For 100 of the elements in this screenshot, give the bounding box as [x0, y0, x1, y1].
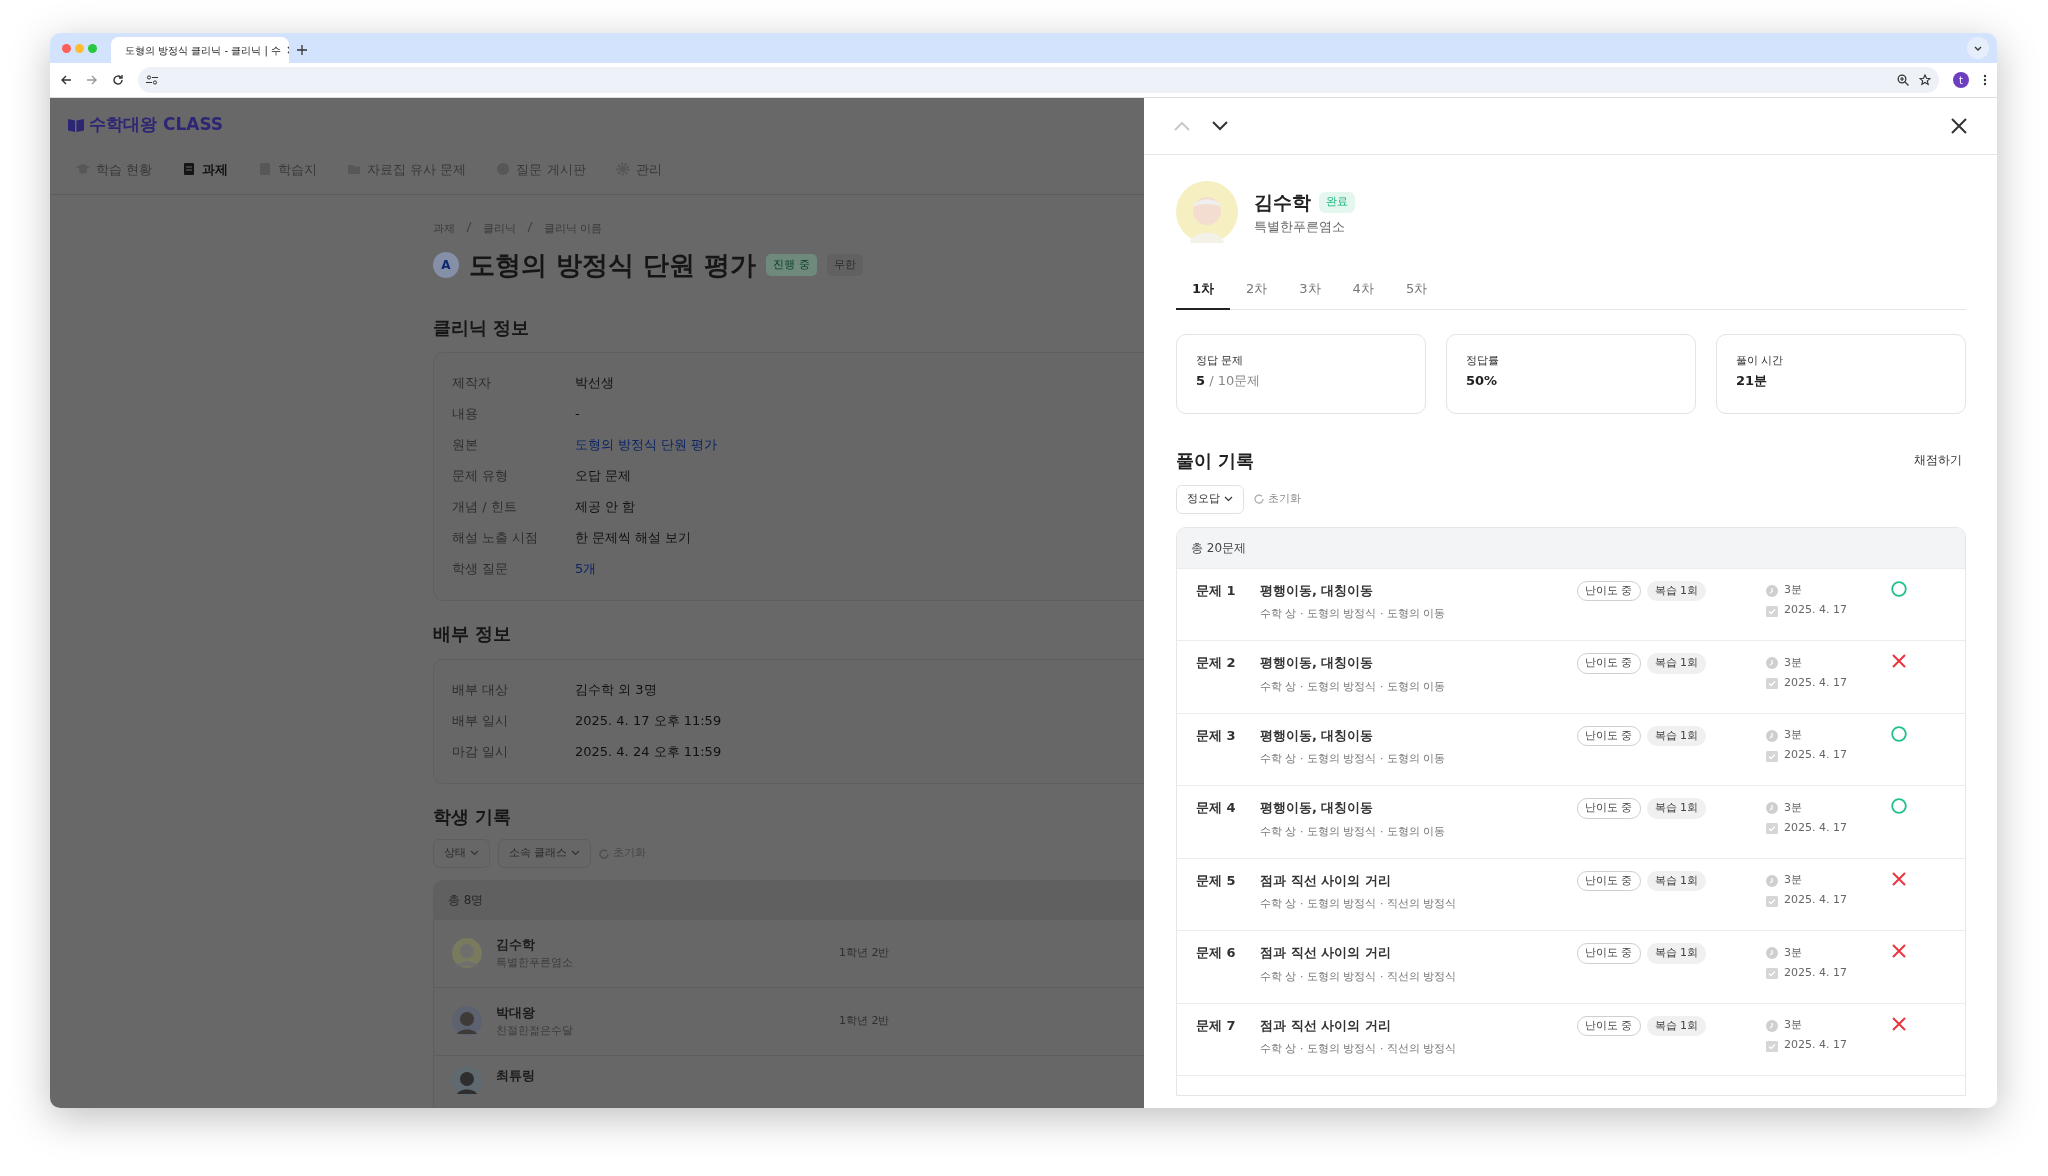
reload-icon[interactable]	[112, 74, 124, 86]
field-value: 제공 안 함	[575, 498, 636, 517]
problem-row[interactable]: 문제 2 평행이동, 대칭이동 수학 상 · 도형의 방정식 · 도형의 이동 난이도 중 복습 1회 3분 2025. 4. 17	[1177, 640, 1965, 713]
problem-number: 문제 4	[1196, 799, 1237, 818]
problem-title: 평행이동, 대칭이동	[1260, 799, 1375, 818]
site-settings-icon	[146, 75, 158, 85]
difficulty-tag: 난이도 중	[1577, 580, 1641, 602]
chevron-down-icon[interactable]	[1212, 121, 1228, 131]
grade-button[interactable]: 채점하기	[1910, 451, 1966, 470]
problem-number: 문제 5	[1196, 871, 1237, 890]
problem-number: 문제 6	[1196, 944, 1237, 963]
student-name: 김수학	[496, 936, 536, 955]
attempt-tab[interactable]: 2차	[1230, 273, 1284, 310]
difficulty-tag: 난이도 중	[1577, 653, 1641, 674]
nav-tab[interactable]: 과제	[182, 159, 229, 179]
caret-icon	[570, 850, 580, 857]
difficulty-tag: 난이도 중	[1577, 1015, 1641, 1037]
new-tab-icon[interactable]	[297, 45, 307, 55]
clock-icon	[1766, 729, 1778, 742]
solve-date: 2025. 4. 17	[1784, 892, 1847, 909]
field-value: -	[575, 405, 580, 424]
app-logo[interactable]: 수학대왕 CLASS	[68, 112, 224, 138]
reset-button[interactable]: 초기화	[1253, 491, 1301, 508]
book-icon	[68, 117, 84, 132]
problem-title: 평행이동, 대칭이동	[1260, 581, 1375, 600]
caret-icon	[1223, 496, 1233, 503]
browser-tab[interactable]: 도형의 방정식 클리닉 - 클리닉 | 수	[111, 37, 289, 63]
clock-icon	[1766, 584, 1778, 597]
breadcrumb-separator-icon	[465, 221, 473, 233]
problem-number: 문제 7	[1196, 1016, 1237, 1035]
filter-dropdown[interactable]: 정오답	[1176, 485, 1244, 514]
problem-path: 수학 상 · 도형의 방정식 · 도형의 이동	[1260, 678, 1447, 695]
profile-avatar[interactable]: t	[1953, 72, 1969, 88]
review-tag: 복습 1회	[1646, 870, 1706, 892]
problem-path: 수학 상 · 도형의 방정식 · 직선의 방정식	[1260, 896, 1458, 913]
avatar	[1176, 181, 1238, 243]
problem-path: 수학 상 · 도형의 방정식 · 도형의 이동	[1260, 823, 1447, 840]
field-value: 박선생	[575, 374, 614, 393]
grade-badge: A	[433, 252, 459, 279]
solve-time: 3분	[1784, 582, 1802, 599]
refresh-icon	[598, 848, 609, 859]
field-value: 오답 문제	[575, 467, 632, 486]
solve-date: 2025. 4. 17	[1784, 674, 1847, 691]
problem-number: 문제 1	[1196, 581, 1237, 600]
clock-icon	[1766, 1019, 1778, 1032]
tab-title: 도형의 방정식 클리닉 - 클리닉 | 수	[125, 43, 282, 58]
back-icon[interactable]	[60, 74, 72, 86]
problem-title: 점과 직선 사이의 거리	[1260, 871, 1392, 890]
zoom-icon[interactable]	[1897, 74, 1909, 86]
page-title: 도형의 방정식 단원 평가	[469, 249, 757, 281]
review-tag: 복습 1회	[1646, 798, 1706, 819]
review-tag: 복습 1회	[1646, 580, 1706, 602]
status-tag: 진행 중	[766, 253, 817, 277]
forward-icon[interactable]	[86, 74, 98, 86]
review-tag: 복습 1회	[1646, 1015, 1706, 1037]
attempt-tab[interactable]: 4차	[1336, 273, 1390, 310]
more-icon[interactable]	[1983, 74, 1987, 86]
close-icon[interactable]	[1951, 118, 1967, 134]
star-icon[interactable]	[1919, 74, 1931, 86]
difficulty-tag: 난이도 중	[1577, 798, 1641, 819]
problem-row[interactable]: 문제 4 평행이동, 대칭이동 수학 상 · 도형의 방정식 · 도형의 이동 난이도 중 복습 1회 3분 2025. 4. 17	[1177, 785, 1965, 858]
problem-row[interactable]: 문제 5 점과 직선 사이의 거리 수학 상 · 도형의 방정식 · 직선의 방정식 난이도 중 복습 1회 3분 2025. 4. 17	[1177, 857, 1965, 931]
stat-label: 정답 문제	[1196, 352, 1245, 369]
solve-time: 3분	[1784, 944, 1802, 961]
filter-dropdown[interactable]: 소속 클래스	[497, 839, 591, 868]
attempt-tab[interactable]: 3차	[1283, 273, 1337, 310]
field-value: 한 문제씩 해설 보기	[575, 529, 692, 548]
solve-date: 2025. 4. 17	[1784, 964, 1847, 981]
difficulty-tag: 난이도 중	[1577, 870, 1641, 892]
calendar-check-icon	[1766, 604, 1778, 617]
attempt-tab[interactable]: 1차	[1176, 273, 1231, 310]
problem-number: 문제 3	[1196, 726, 1237, 745]
problem-title: 점과 직선 사이의 거리	[1260, 1016, 1392, 1035]
field-link[interactable]: 도형의 방정식 단원 평가	[575, 435, 718, 467]
problem-row[interactable]: 문제 1 평행이동, 대칭이동 수학 상 · 도형의 방정식 · 도형의 이동 난이도 중 복습 1회 3분 2025. 4. 17	[1177, 567, 1965, 641]
field-link[interactable]: 5개	[575, 559, 597, 591]
filter-dropdown[interactable]: 상태	[433, 839, 490, 868]
clock-icon	[1766, 947, 1778, 960]
solve-time: 3분	[1784, 872, 1802, 889]
section-heading: 클리닉 정보	[433, 316, 531, 339]
breadcrumb-separator-icon	[526, 221, 534, 233]
problem-row[interactable]: 문제 6 점과 직선 사이의 거리 수학 상 · 도형의 방정식 · 직선의 방정식 난이도 중 복습 1회 3분 2025. 4. 17	[1177, 930, 1965, 1003]
solve-time: 3분	[1784, 1017, 1802, 1034]
solve-time: 3분	[1784, 654, 1802, 671]
section-heading: 학생 기록	[433, 805, 513, 828]
problem-row[interactable]: 문제 3 평행이동, 대칭이동 수학 상 · 도형의 방정식 · 도형의 이동 난이도 중 복습 1회 3분 2025. 4. 17	[1177, 712, 1965, 786]
stat-label: 정답률	[1466, 352, 1500, 369]
field-label: 원본	[452, 436, 479, 455]
list-header: 총 20문제	[1177, 527, 1965, 568]
problem-path: 수학 상 · 도형의 방정식 · 직선의 방정식	[1260, 968, 1458, 985]
attempt-tab[interactable]: 5차	[1389, 273, 1444, 310]
calendar-check-icon	[1766, 822, 1778, 835]
clock-icon	[1766, 802, 1778, 815]
class-name: 1학년 2반	[839, 945, 890, 962]
review-tag: 복습 1회	[1646, 943, 1706, 964]
problem-path: 수학 상 · 도형의 방정식 · 도형의 이동	[1260, 606, 1447, 623]
review-tag: 복습 1회	[1646, 725, 1706, 747]
problem-row[interactable]: 문제 7 점과 직선 사이의 거리 수학 상 · 도형의 방정식 · 직선의 방정식 난이도 중 복습 1회 3분 2025. 4. 17	[1177, 1002, 1965, 1076]
solve-date: 2025. 4. 17	[1784, 1037, 1847, 1054]
student-nickname: 특별한푸른염소	[1254, 217, 1346, 236]
